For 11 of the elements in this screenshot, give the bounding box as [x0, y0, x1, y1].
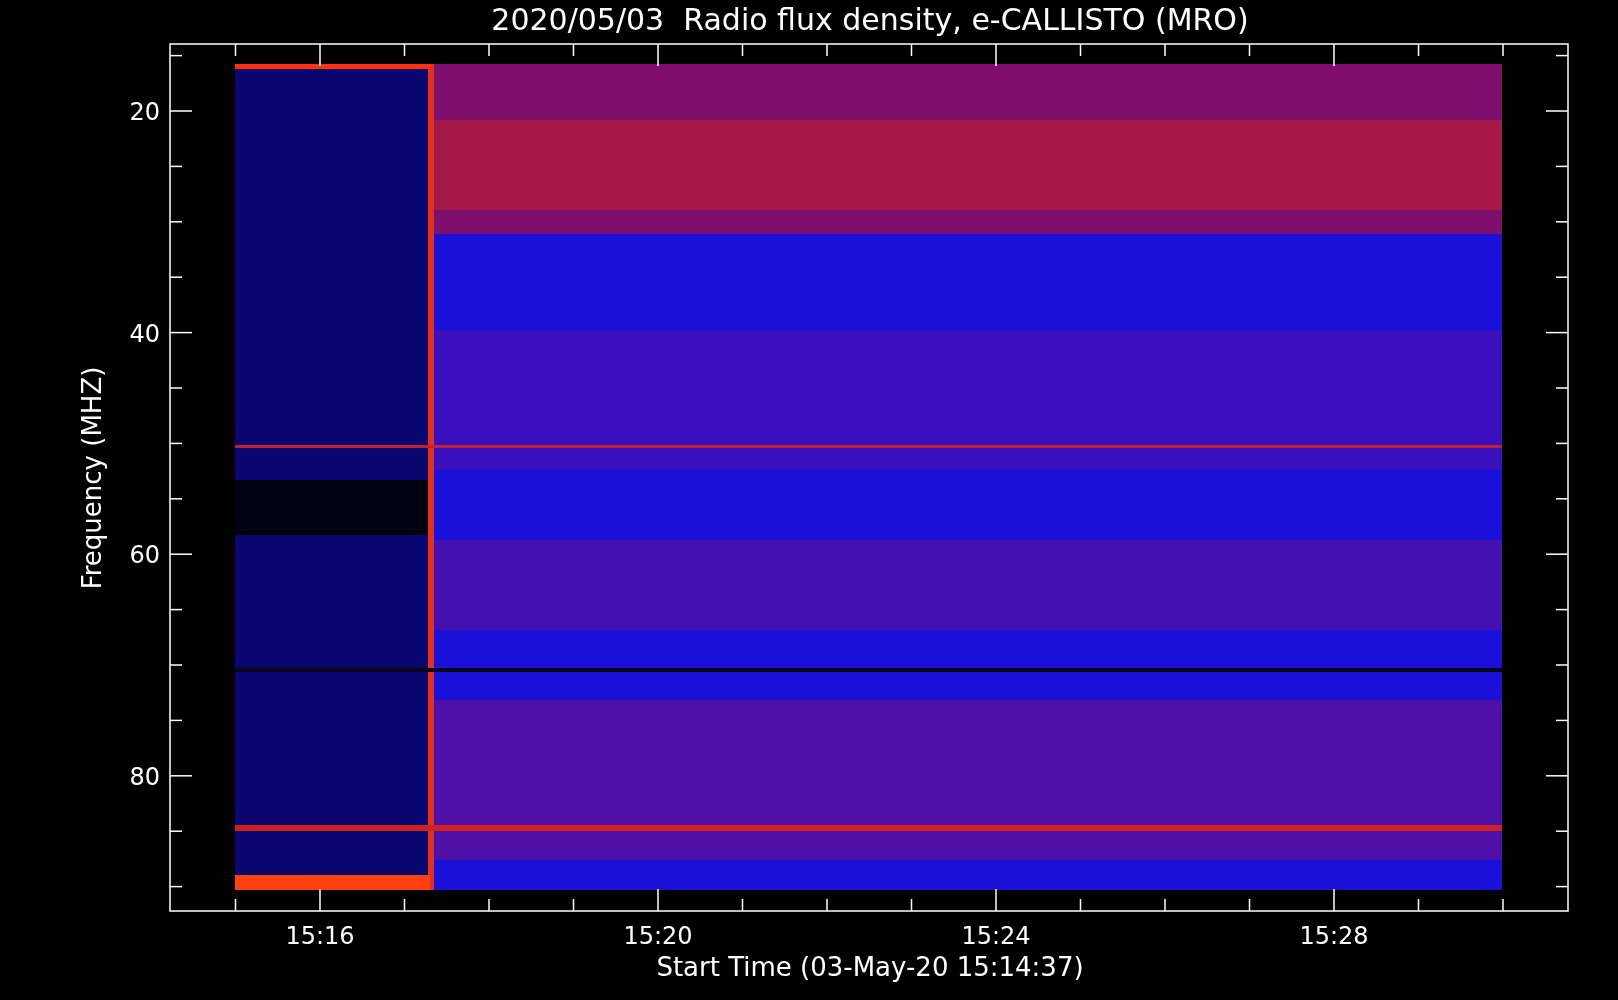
y-axis-label: Frequency (MHZ): [77, 366, 107, 590]
y-tick-label: 60: [129, 541, 160, 570]
chart-title: 2020/05/03 Radio flux density, e-CALLISTO (MRO): [491, 2, 1249, 37]
x-tick-label: 15:24: [961, 922, 1031, 950]
x-tick-label: 15:20: [623, 922, 693, 950]
x-axis-label: Start Time (03-May-20 15:14:37): [656, 952, 1084, 982]
x-tick-label: 15:16: [285, 922, 355, 950]
y-tick-label: 40: [129, 319, 160, 348]
x-tick-label: 15:28: [1299, 922, 1369, 950]
y-tick-label: 20: [129, 98, 160, 126]
y-tick-label: 80: [129, 762, 160, 791]
